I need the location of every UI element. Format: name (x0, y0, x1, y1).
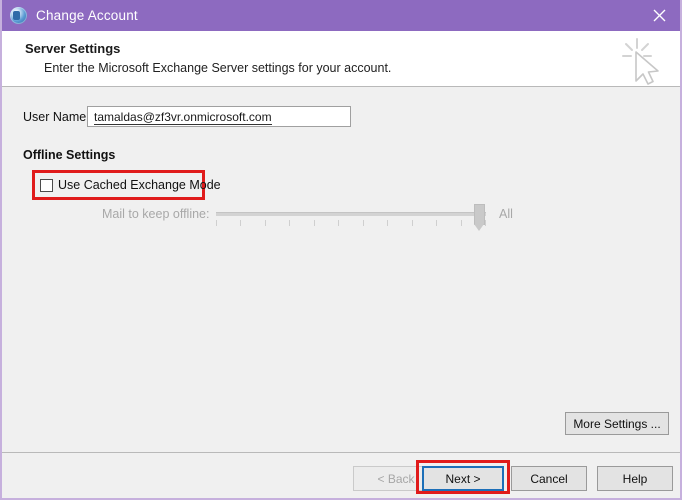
slider-tick (460, 220, 462, 226)
username-input[interactable]: tamaldas@zf3vr.onmicrosoft.com (87, 106, 351, 127)
more-settings-button[interactable]: More Settings ... (565, 412, 669, 435)
slider-tick (289, 220, 291, 226)
next-button[interactable]: Next > (422, 466, 504, 491)
dialog-header: Server Settings Enter the Microsoft Exch… (2, 31, 680, 87)
use-cached-exchange-mode-row[interactable]: Use Cached Exchange Mode (40, 177, 221, 193)
click-cursor-icon (622, 38, 659, 85)
use-cached-exchange-mode-label: Use Cached Exchange Mode (58, 178, 221, 192)
close-icon (653, 9, 666, 22)
help-button[interactable]: Help (597, 466, 673, 491)
page-title: Server Settings (25, 41, 121, 56)
slider-tick-marks (216, 220, 486, 228)
slider-tick (387, 220, 389, 226)
slider-max-label: All (499, 207, 513, 221)
slider-tick (313, 220, 315, 226)
username-label: User Name: (23, 110, 90, 124)
slider-tick (338, 220, 340, 226)
slider-tick (240, 220, 242, 226)
slider-tick (362, 220, 364, 226)
change-account-dialog: Change Account Server Settings Enter the… (0, 0, 682, 500)
page-subtitle: Enter the Microsoft Exchange Server sett… (44, 61, 392, 75)
slider-tick (216, 220, 217, 226)
title-bar: Change Account (2, 0, 680, 31)
use-cached-exchange-mode-checkbox[interactable] (40, 178, 53, 192)
slider-tick (484, 220, 486, 226)
dialog-footer: < Back Next > Cancel Help (2, 452, 680, 498)
window-title: Change Account (36, 8, 138, 23)
close-button[interactable] (637, 0, 680, 31)
username-value: tamaldas@zf3vr.onmicrosoft.com (94, 110, 272, 125)
outlook-account-icon (10, 7, 27, 24)
slider-tick (264, 220, 266, 226)
mail-to-keep-offline-label: Mail to keep offline: (102, 207, 210, 221)
mail-to-keep-offline-slider-track[interactable] (216, 212, 486, 216)
slider-tick (411, 220, 413, 226)
dialog-body: User Name: tamaldas@zf3vr.onmicrosoft.co… (2, 88, 680, 452)
cancel-button[interactable]: Cancel (511, 466, 587, 491)
slider-tick (436, 220, 438, 226)
offline-settings-label: Offline Settings (23, 148, 116, 162)
